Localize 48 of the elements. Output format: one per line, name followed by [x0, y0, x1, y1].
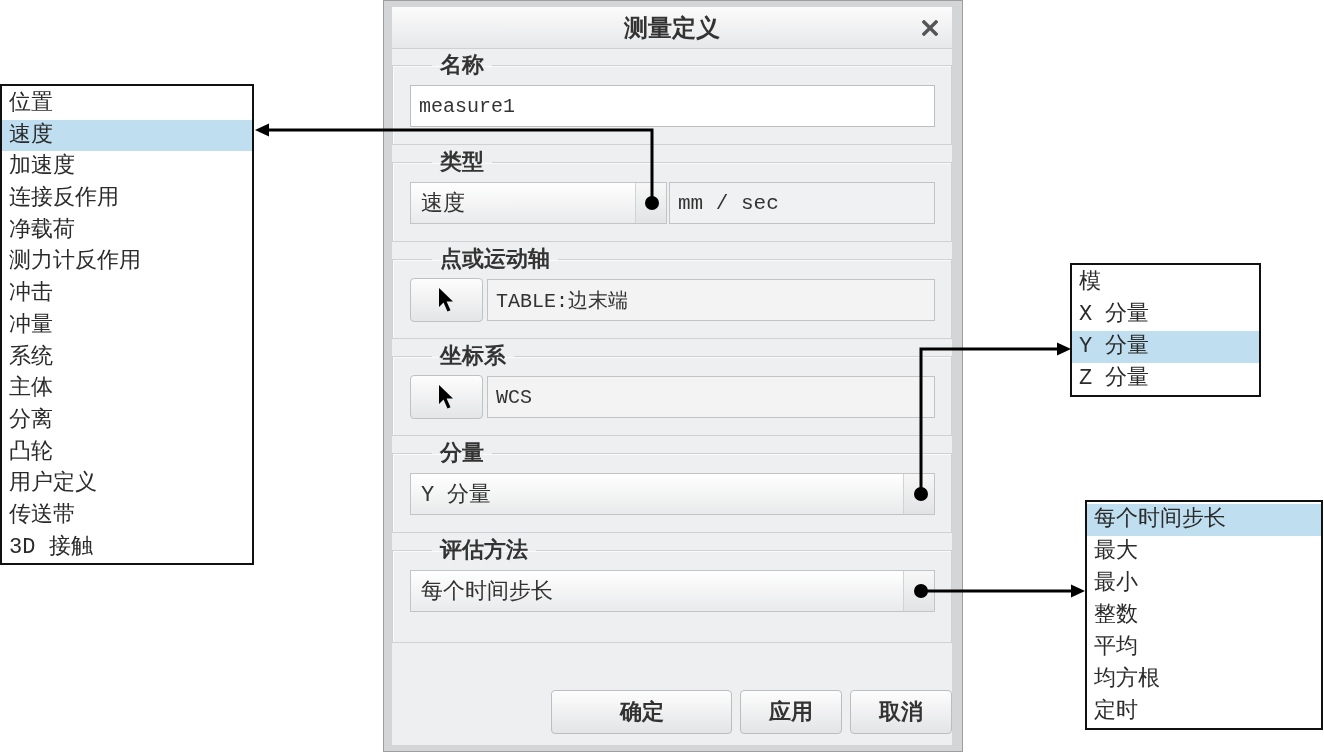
group-label: 分量: [439, 441, 485, 465]
list-item[interactable]: 分离: [2, 404, 252, 437]
list-item[interactable]: 系统: [2, 341, 252, 374]
reference-field[interactable]: TABLE:边末端: [487, 279, 935, 321]
list-item[interactable]: 均方根: [1087, 664, 1321, 696]
unit-field: mm / sec: [669, 182, 935, 224]
list-item[interactable]: Z 分量: [1072, 363, 1259, 395]
list-item[interactable]: 凸轮: [2, 436, 252, 469]
list-item[interactable]: 最大: [1087, 536, 1321, 568]
dropdown[interactable]: 每个时间步长: [410, 570, 935, 612]
list-item[interactable]: 模: [1072, 267, 1259, 299]
dropdown[interactable]: Y 分量: [410, 473, 935, 515]
list-item[interactable]: X 分量: [1072, 299, 1259, 331]
list-item[interactable]: 速度: [2, 119, 252, 152]
reference-field[interactable]: WCS: [487, 376, 935, 418]
list-item[interactable]: 每个时间步长: [1087, 504, 1321, 536]
list-item[interactable]: 传送带: [2, 499, 252, 532]
name-field[interactable]: measure1: [410, 85, 935, 127]
list-item[interactable]: 最小: [1087, 568, 1321, 600]
select-button[interactable]: [410, 278, 483, 322]
dialog-button[interactable]: 确定: [551, 690, 732, 734]
list-item[interactable]: 测力计反作用: [2, 246, 252, 279]
dialog-button[interactable]: 取消: [850, 690, 952, 734]
dialog-button[interactable]: 应用: [740, 690, 842, 734]
list-item[interactable]: 冲量: [2, 309, 252, 342]
dropdown[interactable]: 速度: [410, 182, 667, 224]
list-item[interactable]: 加速度: [2, 151, 252, 184]
list-item[interactable]: 冲击: [2, 278, 252, 310]
list-item[interactable]: 平均: [1087, 632, 1321, 664]
group-label: 点或运动轴: [439, 247, 551, 271]
list-item[interactable]: 主体: [2, 373, 252, 405]
select-button[interactable]: [410, 375, 483, 419]
list-item[interactable]: Y 分量: [1072, 331, 1259, 363]
group-label: 评估方法: [438, 538, 529, 562]
list-item[interactable]: 整数: [1087, 600, 1321, 632]
group-label: 类型: [439, 150, 485, 174]
list-item[interactable]: 定时: [1087, 696, 1321, 728]
list-item[interactable]: 用户定义: [2, 468, 252, 500]
list-item[interactable]: 净载荷: [2, 214, 252, 247]
pointer-icon: [439, 385, 454, 409]
pointer-icon: [439, 288, 454, 312]
close-icon[interactable]: [922, 19, 938, 36]
list-item[interactable]: 3D 接触: [2, 531, 252, 564]
dialog-title: 测量定义: [624, 12, 720, 44]
group-label: 坐标系: [438, 344, 507, 368]
list-item[interactable]: 位置: [2, 88, 252, 120]
list-item[interactable]: 连接反作用: [2, 183, 252, 215]
group-label: 名称: [439, 53, 485, 77]
